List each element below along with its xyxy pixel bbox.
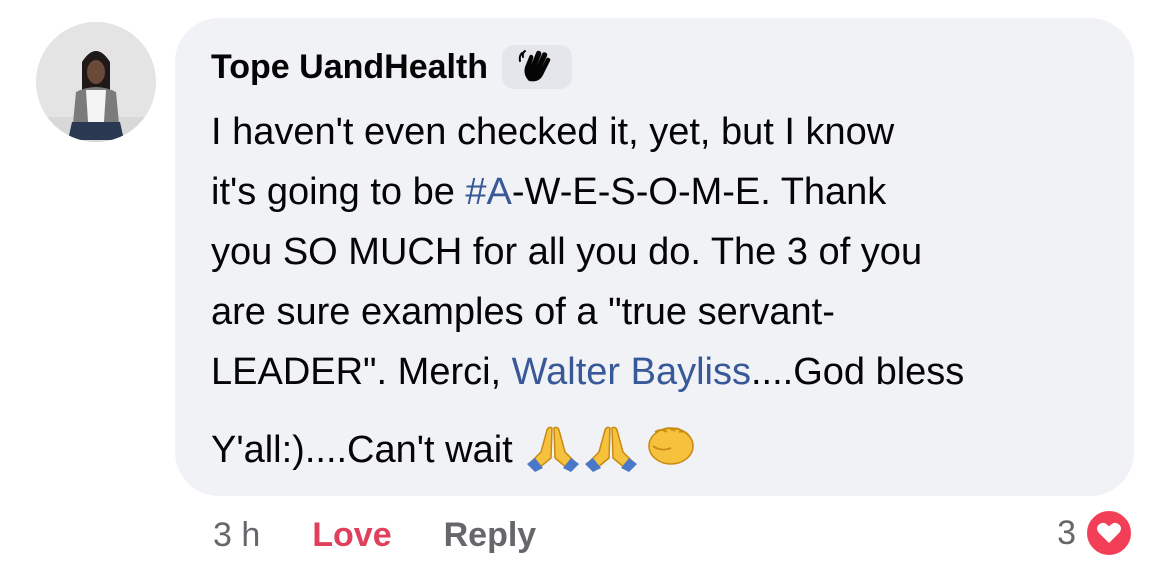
mention-link[interactable]: Walter Bayliss: [512, 351, 751, 393]
reaction-count: 3: [1057, 513, 1076, 552]
comment-header: Tope UandHealth: [211, 44, 573, 90]
love-button[interactable]: Love: [312, 516, 391, 555]
folded-hands-icon: [525, 422, 581, 490]
reaction-summary[interactable]: 3: [1057, 508, 1134, 558]
comment-bubble: Tope UandHealth I haven't even checked i…: [175, 18, 1134, 496]
comment-line: are sure examples of a "true servant-: [211, 291, 835, 333]
avatar[interactable]: [36, 22, 156, 142]
comment-text: I haven't even checked it, yet, but I kn…: [211, 102, 1111, 480]
reply-button[interactable]: Reply: [444, 516, 537, 555]
waving-hand-icon[interactable]: [502, 45, 573, 89]
comment-line: it's going to be #A-W-E-S-O-M-E. Thank: [211, 171, 887, 213]
comment-line: I haven't even checked it, yet, but I kn…: [211, 111, 895, 153]
comment-line: you SO MUCH for all you do. The 3 of you: [211, 231, 923, 273]
oncoming-fist-icon: [641, 422, 697, 490]
comment-actions: 3 h Love Reply: [213, 510, 536, 560]
heart-icon: [1084, 508, 1134, 558]
hashtag-link[interactable]: #A: [465, 171, 511, 213]
comment-author[interactable]: Tope UandHealth: [211, 48, 488, 87]
profile-photo: [36, 22, 156, 142]
folded-hands-icon: [583, 422, 639, 490]
comment-line: Y'all:)....Can't wait: [211, 420, 1111, 480]
comment-line: LEADER". Merci, Walter Bayliss....God bl…: [211, 351, 965, 393]
timestamp[interactable]: 3 h: [213, 516, 260, 555]
